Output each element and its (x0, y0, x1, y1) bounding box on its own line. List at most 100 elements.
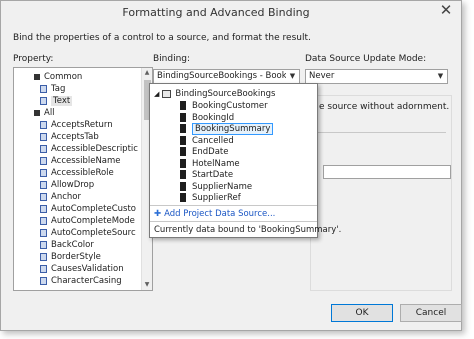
field-icon (180, 170, 186, 179)
property-item[interactable]: Text (40, 95, 73, 107)
property-label-text: AutoCompleteCusto (51, 204, 136, 214)
dropdown-divider-2 (150, 221, 317, 222)
property-label-text: AccessibleName (51, 156, 121, 166)
property-item[interactable]: Anchor (40, 191, 81, 203)
property-item[interactable]: AccessibleName (40, 155, 121, 167)
property-label-text: CharacterCasing (51, 276, 122, 286)
property-item[interactable]: CausesValidation (40, 263, 124, 275)
binding-label: Binding: (153, 54, 191, 64)
property-label-text: Text (51, 96, 73, 106)
binding-dropdown-popup: ◢ BindingSourceBookings BookingCustomer Bo… (149, 83, 341, 238)
property-label-text: CausesValidation (51, 264, 124, 274)
field-item[interactable]: HotelName (180, 158, 240, 170)
property-item[interactable]: AccessibleDescriptic (40, 143, 138, 155)
property-label-text: BackColor (51, 240, 94, 250)
property-label-text: AccessibleDescriptic (51, 144, 138, 154)
field-item[interactable]: BookingCustomer (180, 100, 268, 112)
field-icon (180, 147, 186, 156)
field-icon (180, 124, 186, 133)
field-label: BookingId (192, 112, 235, 123)
add-project-data-source-link[interactable]: ✚ Add Project Data Source... (154, 208, 275, 220)
property-icon (40, 168, 47, 177)
property-item[interactable]: AllowDrop (40, 179, 94, 191)
datasource-root-node[interactable]: ◢ BindingSourceBookings (154, 88, 275, 100)
field-icon (180, 135, 186, 145)
add-plus-icon: ✚ (154, 209, 162, 219)
binding-dropdown-arrow-icon[interactable]: ▼ (286, 70, 299, 83)
property-label-text: AutoCompleteMode (51, 216, 135, 226)
ok-button[interactable]: OK (331, 304, 393, 322)
property-icon (40, 120, 47, 129)
property-label-text: AccessibleRole (51, 168, 114, 178)
dropdown-divider (150, 205, 317, 206)
field-icon (180, 112, 186, 122)
binding-status-text: Currently data bound to 'BookingSummary'… (154, 225, 342, 235)
property-item[interactable]: Tag (40, 83, 65, 95)
format-group-box: e source without adornment. (310, 95, 452, 291)
category-collapse-icon[interactable] (34, 73, 40, 80)
field-item[interactable]: BookingSummary (180, 123, 274, 135)
update-mode-combo[interactable]: Never ▼ (305, 69, 448, 84)
property-label-text: Common (44, 72, 83, 82)
property-label-text: Anchor (51, 192, 81, 202)
property-label-text: AcceptsTab (51, 132, 99, 142)
field-label: Cancelled (192, 135, 234, 146)
property-item[interactable]: BackColor (40, 239, 94, 251)
property-icon (40, 252, 47, 261)
field-label: BookingSummary (192, 123, 274, 135)
property-item[interactable]: AutoCompleteMode (40, 215, 135, 227)
property-item[interactable]: CharacterCasing (40, 275, 122, 287)
datasource-root-label: BindingSourceBookings (175, 89, 276, 99)
property-icon (40, 180, 47, 189)
property-item[interactable]: AutoCompleteCusto (40, 203, 136, 215)
property-icon (40, 264, 47, 273)
scroll-up-arrow[interactable]: ▲ (142, 68, 152, 78)
binding-value: BindingSourceBookings - BookingSu (157, 71, 300, 81)
field-item[interactable]: BookingId (180, 112, 234, 124)
property-tree[interactable]: Common Tag Text All AcceptsReturn AcceptsTab A… (13, 67, 153, 291)
field-item[interactable]: SupplierName (180, 181, 252, 193)
formatting-binding-dialog: Formatting and Advanced Binding ✕ Bind t… (0, 0, 462, 331)
field-icon (180, 158, 186, 168)
property-item[interactable]: AcceptsTab (40, 131, 99, 143)
property-icon (40, 216, 47, 225)
field-icon (180, 181, 186, 191)
binding-combo[interactable]: BindingSourceBookings - BookingSu ▼ (153, 69, 300, 84)
binding-source-icon (162, 89, 172, 98)
field-label: BookingCustomer (192, 101, 268, 111)
dialog-description: Bind the properties of a control to a so… (13, 33, 311, 43)
field-item[interactable]: Cancelled (180, 135, 234, 147)
property-item[interactable]: BorderStyle (40, 251, 101, 263)
property-category[interactable]: Common (34, 71, 82, 83)
format-textbox[interactable] (323, 165, 451, 179)
format-description-text: e source without adornment. (319, 102, 450, 112)
field-label: SupplierRef (192, 193, 241, 203)
field-icon (180, 193, 186, 202)
property-icon (40, 84, 47, 93)
field-label: EndDate (192, 147, 229, 157)
update-mode-value: Never (309, 71, 335, 81)
category-collapse-icon[interactable] (34, 109, 40, 116)
scroll-down-arrow[interactable]: ▼ (142, 280, 152, 290)
field-item[interactable]: StartDate (180, 169, 233, 181)
property-label-text: All (44, 108, 55, 118)
property-category[interactable]: All (34, 107, 55, 119)
collapse-arrow-icon[interactable]: ◢ (154, 90, 159, 98)
sample-group (317, 132, 446, 151)
property-item[interactable]: AcceptsReturn (40, 119, 113, 131)
property-icon (40, 132, 47, 141)
property-item[interactable]: AutoCompleteSourc (40, 227, 136, 239)
field-item[interactable]: SupplierRef (180, 192, 241, 204)
property-item[interactable]: AccessibleRole (40, 167, 114, 179)
property-icon (40, 192, 47, 201)
cancel-button[interactable]: Cancel (400, 304, 462, 322)
field-item[interactable]: EndDate (180, 146, 228, 158)
close-button[interactable]: ✕ (433, 1, 459, 21)
property-label-text: AutoCompleteSourc (51, 228, 136, 238)
property-icon (40, 144, 47, 153)
property-label: Property: (13, 54, 54, 64)
update-mode-dropdown-arrow-icon[interactable]: ▼ (434, 70, 447, 83)
property-label-text: Tag (51, 84, 66, 94)
property-icon (40, 156, 47, 165)
property-icon (40, 276, 47, 285)
